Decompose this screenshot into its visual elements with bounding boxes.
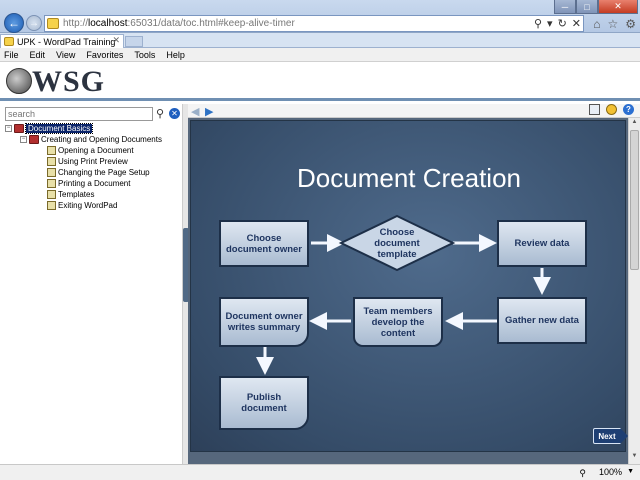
status-bar: ⚲ 100% ▼ xyxy=(0,464,640,480)
tree-node-group[interactable]: − Creating and Opening Documents xyxy=(20,134,162,145)
print-icon[interactable] xyxy=(589,104,600,115)
tree-item[interactable]: Printing a Document xyxy=(47,178,130,189)
menu-favorites[interactable]: Favorites xyxy=(86,50,123,60)
dropdown-icon[interactable]: ▾ xyxy=(547,17,553,30)
search-icon[interactable]: ⚲ xyxy=(534,17,542,30)
tab-title: UPK - WordPad Training xyxy=(17,36,116,47)
slide-footer xyxy=(188,454,628,464)
vertical-scrollbar[interactable]: ▲ ▼ xyxy=(628,118,640,464)
content-tools: ? xyxy=(589,104,634,115)
wsg-logo: WSG xyxy=(32,65,106,98)
arrow-left-icon: ← xyxy=(8,16,20,30)
outline-pane: ⚲ ✕ − Document Basics − Creating and Ope… xyxy=(0,104,182,464)
tree-item[interactable]: Exiting WordPad xyxy=(47,200,117,211)
box-choose-template: Choose document template xyxy=(374,226,420,260)
box-team-members: Team members develop the content xyxy=(353,297,443,347)
url-path: :65031/data/toc.html#keep-alive-timer xyxy=(127,18,295,29)
tree-item[interactable]: Templates xyxy=(47,189,94,200)
minimize-icon: ─ xyxy=(561,1,569,12)
logo-header: WSG xyxy=(0,63,640,101)
maximize-icon: □ xyxy=(584,1,590,12)
book-icon xyxy=(29,135,39,144)
home-icon[interactable]: ⌂ xyxy=(593,17,600,31)
back-button[interactable]: ← xyxy=(4,13,24,33)
tree-label[interactable]: Creating and Opening Documents xyxy=(41,135,162,144)
menu-file[interactable]: File xyxy=(4,50,19,60)
tree-label[interactable]: Document Basics xyxy=(24,123,94,134)
previous-arrow-icon[interactable]: ◀ xyxy=(191,105,203,118)
stop-icon[interactable]: ✕ xyxy=(572,17,581,30)
scrollbar-thumb[interactable] xyxy=(630,130,639,270)
box-choose-owner: Choose document owner xyxy=(219,220,309,267)
address-bar[interactable]: http://localhost:65031/data/toc.html#kee… xyxy=(44,15,584,32)
box-publish: Publish document xyxy=(219,376,309,430)
menu-help[interactable]: Help xyxy=(166,50,185,60)
topic-icon xyxy=(47,201,56,210)
help-icon[interactable]: ? xyxy=(623,104,634,115)
url-prefix: http:// xyxy=(63,18,89,29)
tree-label[interactable]: Opening a Document xyxy=(58,146,134,155)
collapse-icon[interactable]: − xyxy=(20,136,27,143)
maximize-button[interactable]: □ xyxy=(576,0,598,14)
content-toolbar: ◀ ▶ ? xyxy=(188,104,640,118)
page-icon xyxy=(4,37,14,46)
tree-item[interactable]: Changing the Page Setup xyxy=(47,167,150,178)
tab-close-icon[interactable]: ✕ xyxy=(112,35,120,46)
search-icon[interactable]: ⚲ xyxy=(156,107,168,120)
url-text[interactable]: http://localhost:65031/data/toc.html#kee… xyxy=(63,18,295,29)
globe-icon xyxy=(6,68,32,94)
next-arrow-icon[interactable]: ▶ xyxy=(205,105,217,118)
address-tools: ⚲ ▾ ↻ ✕ xyxy=(534,17,581,30)
box-gather-new-data: Gather new data xyxy=(497,297,587,344)
box-review-data: Review data xyxy=(497,220,587,267)
zoom-dropdown-icon[interactable]: ▼ xyxy=(627,468,634,475)
menu-edit[interactable]: Edit xyxy=(30,50,46,60)
tree-item[interactable]: Opening a Document xyxy=(47,145,134,156)
topic-icon xyxy=(47,190,56,199)
scroll-down-icon[interactable]: ▼ xyxy=(630,453,639,462)
tree-label[interactable]: Exiting WordPad xyxy=(58,201,117,210)
zoom-level[interactable]: 100% xyxy=(599,467,622,477)
topic-icon xyxy=(47,146,56,155)
new-tab-button[interactable] xyxy=(125,36,143,47)
favorites-star-icon[interactable]: ☆ xyxy=(607,17,618,31)
forward-button[interactable]: → xyxy=(26,15,42,31)
scroll-up-icon[interactable]: ▲ xyxy=(630,119,639,128)
url-host: localhost xyxy=(88,18,128,29)
window-buttons: ─ □ ✕ xyxy=(554,0,638,14)
zoom-icon[interactable]: ⚲ xyxy=(579,468,586,479)
search-input[interactable] xyxy=(5,107,153,121)
tab-upk-wordpad[interactable]: UPK - WordPad Training ✕ xyxy=(0,34,124,48)
gear-icon[interactable]: ⚙ xyxy=(625,17,636,31)
tree-label[interactable]: Using Print Preview xyxy=(58,157,128,166)
tab-row: UPK - WordPad Training ✕ xyxy=(0,33,640,48)
clear-search-icon[interactable]: ✕ xyxy=(169,108,180,119)
close-icon: ✕ xyxy=(614,1,622,11)
browser-titlebar: ← → http://localhost:65031/data/toc.html… xyxy=(0,0,640,33)
minimize-button[interactable]: ─ xyxy=(554,0,576,14)
slide-frame: Document Creation Choose document owner … xyxy=(188,118,628,464)
box-owner-writes: Document owner writes summary xyxy=(219,297,309,347)
tools-icon[interactable] xyxy=(606,104,617,115)
book-icon xyxy=(14,124,24,133)
tree-label[interactable]: Templates xyxy=(58,190,94,199)
topic-icon xyxy=(47,168,56,177)
tree-label[interactable]: Changing the Page Setup xyxy=(58,168,150,177)
slide-canvas: Document Creation Choose document owner … xyxy=(190,120,628,452)
tree-node-root[interactable]: − Document Basics xyxy=(5,123,94,134)
menu-tools[interactable]: Tools xyxy=(134,50,155,60)
tree-label[interactable]: Printing a Document xyxy=(58,179,130,188)
arrow-right-icon: → xyxy=(29,17,39,29)
next-button[interactable]: Next xyxy=(593,428,628,444)
tree-item[interactable]: Using Print Preview xyxy=(47,156,128,167)
menu-bar: File Edit View Favorites Tools Help xyxy=(0,48,640,62)
close-window-button[interactable]: ✕ xyxy=(598,0,638,14)
page-icon xyxy=(47,18,59,29)
menu-view[interactable]: View xyxy=(56,50,75,60)
collapse-icon[interactable]: − xyxy=(5,125,12,132)
topic-icon xyxy=(47,179,56,188)
refresh-icon[interactable]: ↻ xyxy=(558,17,567,30)
browser-tools: ⌂ ☆ ⚙ xyxy=(593,17,636,31)
topic-icon xyxy=(47,157,56,166)
